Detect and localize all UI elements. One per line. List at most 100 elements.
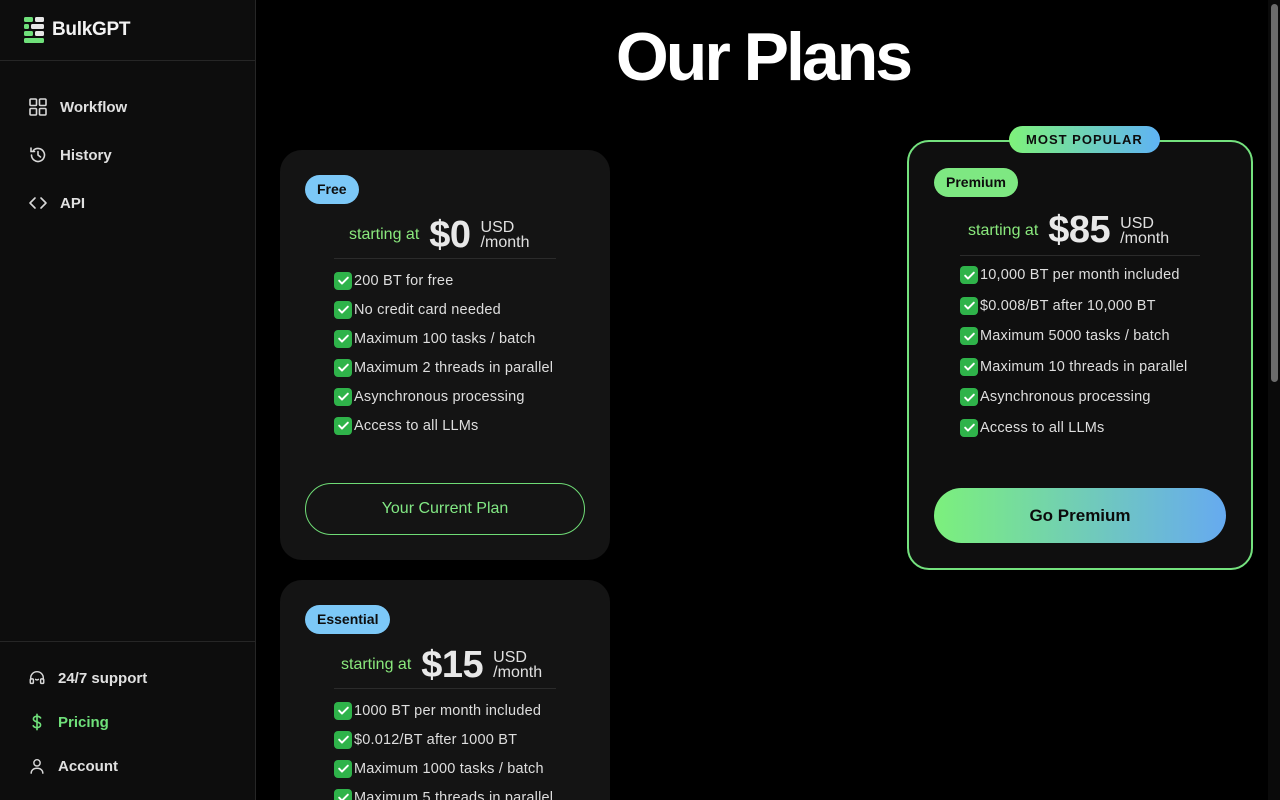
plan-badge: Free (305, 175, 359, 204)
page-title: Our Plans (615, 19, 913, 95)
check-icon (334, 416, 352, 435)
plan-card-essential: Essential starting at $15 USD /month 100… (280, 580, 610, 800)
check-icon (334, 759, 352, 778)
feature-item: 10,000 BT per month included (960, 260, 1187, 291)
feature-text: Access to all LLMs (354, 417, 479, 434)
plan-card-free: Free starting at $0 USD /month 200 BT fo… (280, 150, 610, 560)
go-premium-button[interactable]: Go Premium (934, 488, 1226, 543)
nav-item-account[interactable]: Account (0, 744, 255, 788)
currency: USD (480, 219, 515, 236)
most-popular-tag: MOST POPULAR (1009, 126, 1160, 153)
nav-item-pricing[interactable]: Pricing (0, 700, 255, 744)
grid-icon (29, 98, 47, 116)
price-row: starting at $15 USD /month (334, 642, 556, 689)
price-row: starting at $85 USD /month (960, 206, 1200, 256)
headset-icon (29, 670, 45, 685)
feature-item: Access to all LLMs (334, 411, 553, 440)
feature-list: 10,000 BT per month included $0.008/BT a… (960, 260, 1187, 443)
check-icon (334, 730, 352, 749)
feature-item: Maximum 5 threads in parallel (334, 783, 553, 800)
nav-item-history[interactable]: History (0, 131, 255, 179)
feature-text: Access to all LLMs (980, 419, 1105, 436)
sidebar: BulkGPT Workflow History API 24/7 suppor… (0, 0, 256, 800)
feature-item: Maximum 2 threads in parallel (334, 353, 553, 382)
nav-label: API (60, 194, 86, 212)
nav-item-workflow[interactable]: Workflow (0, 83, 255, 131)
feature-text: Maximum 1000 tasks / batch (354, 760, 544, 777)
check-icon (960, 266, 978, 285)
feature-text: Asynchronous processing (354, 388, 525, 405)
feature-text: No credit card needed (354, 301, 501, 318)
starting-label: starting at (341, 656, 412, 673)
plan-badge: Premium (934, 168, 1018, 197)
check-icon (960, 388, 978, 407)
nav-item-api[interactable]: API (0, 179, 255, 227)
period: /month (1120, 229, 1170, 247)
feature-item: 1000 BT per month included (334, 696, 553, 725)
price-amount: $15 (421, 643, 484, 686)
history-icon (30, 147, 46, 163)
currency: USD (1120, 214, 1154, 232)
nav-label: 24/7 support (58, 669, 148, 687)
starting-label: starting at (968, 221, 1039, 239)
feature-item: Maximum 10 threads in parallel (960, 352, 1187, 383)
price-unit: USD /month (480, 219, 530, 251)
check-icon (334, 329, 352, 348)
check-icon (334, 271, 352, 290)
user-icon (30, 758, 44, 774)
nav-item-support[interactable]: 24/7 support (0, 656, 255, 700)
feature-text: $0.012/BT after 1000 BT (354, 731, 518, 748)
check-icon (334, 300, 352, 319)
feature-text: Maximum 100 tasks / batch (354, 330, 536, 347)
code-icon (29, 197, 47, 209)
scrollbar[interactable] (1268, 0, 1280, 800)
feature-text: Maximum 5 threads in parallel (354, 789, 554, 800)
feature-item: 200 BT for free (334, 266, 553, 295)
price-row: starting at $0 USD /month (334, 212, 556, 259)
feature-text: Asynchronous processing (980, 389, 1151, 406)
dollar-icon (32, 713, 42, 731)
check-icon (334, 358, 352, 377)
feature-item: Maximum 1000 tasks / batch (334, 754, 553, 783)
feature-text: 200 BT for free (354, 272, 454, 289)
price-unit: USD /month (493, 649, 543, 681)
sidebar-footer: 24/7 support Pricing Account (0, 641, 255, 800)
check-icon (334, 788, 352, 800)
feature-item: Asynchronous processing (960, 382, 1187, 413)
check-icon (960, 418, 978, 437)
feature-text: Maximum 2 threads in parallel (354, 359, 554, 376)
check-icon (334, 387, 352, 406)
feature-text: Maximum 5000 tasks / batch (980, 328, 1170, 345)
scrollbar-thumb[interactable] (1271, 4, 1278, 382)
price-unit: USD /month (1120, 214, 1170, 247)
nav-label: Pricing (58, 713, 109, 731)
brand[interactable]: BulkGPT (0, 0, 255, 61)
main-nav: Workflow History API (0, 61, 255, 227)
feature-text: 10,000 BT per month included (980, 267, 1180, 284)
feature-item: Asynchronous processing (334, 382, 553, 411)
price-amount: $0 (429, 213, 471, 256)
feature-text: 1000 BT per month included (354, 702, 542, 719)
feature-item: $0.012/BT after 1000 BT (334, 725, 553, 754)
feature-item: Access to all LLMs (960, 413, 1187, 444)
current-plan-button[interactable]: Your Current Plan (305, 483, 585, 535)
feature-item: No credit card needed (334, 295, 553, 324)
feature-list: 1000 BT per month included $0.012/BT aft… (334, 696, 553, 800)
nav-label: Account (58, 757, 118, 775)
period: /month (480, 234, 530, 251)
feature-text: $0.008/BT after 10,000 BT (980, 297, 1156, 314)
check-icon (960, 327, 978, 346)
check-icon (960, 357, 978, 376)
nav-label: Workflow (60, 98, 128, 116)
price-amount: $85 (1048, 209, 1111, 251)
feature-list: 200 BT for free No credit card needed Ma… (334, 266, 553, 440)
period: /month (493, 664, 543, 681)
starting-label: starting at (349, 226, 420, 243)
plan-card-premium: MOST POPULAR Premium starting at $85 USD… (907, 126, 1253, 570)
feature-text: Maximum 10 threads in parallel (980, 358, 1188, 375)
check-icon (960, 296, 978, 315)
plan-badge: Essential (305, 605, 391, 634)
bulkgpt-logo-icon (24, 17, 44, 43)
check-icon (334, 701, 352, 720)
currency: USD (493, 649, 527, 666)
